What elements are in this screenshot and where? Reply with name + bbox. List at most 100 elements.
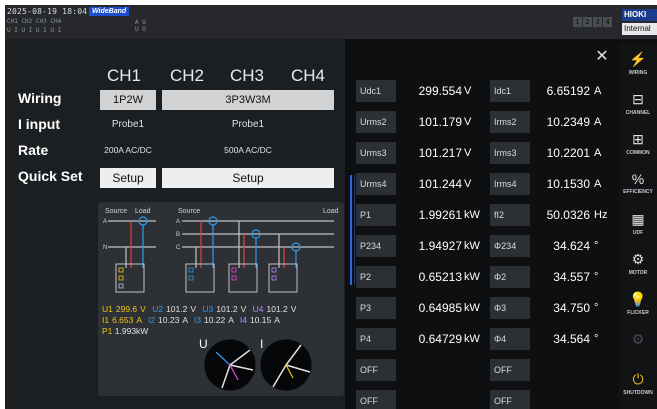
measurement-label[interactable]: Urms2 <box>356 111 396 133</box>
measurement-value: 0.64985 <box>418 301 462 315</box>
measurement-label[interactable]: Φ2 <box>490 266 530 288</box>
rate-label: Rate <box>18 142 49 158</box>
setup-button-ch234[interactable]: Setup <box>162 168 334 188</box>
sidebar-item-udf[interactable]: ▦ UDF <box>619 203 657 245</box>
brand-logo: HIOKI <box>622 9 657 21</box>
function-sidebar: ⚡ WIRING ⊟ CHANNEL ⊞ COMMON% EFFICIENCY ▦ UDF ⚙ MO… <box>619 43 657 409</box>
motor-icon: ⚙ <box>631 251 645 267</box>
left-line-a: A <box>103 219 107 225</box>
measurement-value: 0.64729 <box>418 332 462 346</box>
measurement-label[interactable]: Φ234 <box>490 235 530 257</box>
measurement-label[interactable]: Irms4 <box>490 173 530 195</box>
measurement-label[interactable]: fI2 <box>490 204 530 226</box>
measurement-value: 34.564 <box>553 332 590 346</box>
measurement-row: Urms4 101.244 V Irms4 10.1530 A <box>356 173 616 195</box>
p1-reading: P1 1.993kW <box>102 326 148 336</box>
common-icon: ⊞ <box>632 131 644 147</box>
measurement-label[interactable]: Udc1 <box>356 80 396 102</box>
measurement-label[interactable]: Urms4 <box>356 173 396 195</box>
sidebar-item-wiring[interactable]: ⚡ WIRING <box>619 43 657 85</box>
measurement-unit: kW <box>464 240 480 252</box>
sync-source[interactable]: Internal <box>622 23 657 35</box>
measurement-value: 34.557 <box>553 270 590 284</box>
sidebar-item-label: FLICKER <box>627 310 649 316</box>
measurement-value: 6.65192 <box>546 84 590 98</box>
sidebar-item-flicker[interactable]: 💡 FLICKER <box>619 283 657 325</box>
sidebar-item-label: EFFICIENCY <box>623 189 653 195</box>
vector-i-label: I <box>260 337 263 351</box>
measurement-value: 299.554 <box>418 84 462 98</box>
measurement-row: P3 0.64985 kW Φ3 34.750 ° <box>356 297 616 319</box>
wiring-label: Wiring <box>18 90 62 106</box>
sidebar-item-label: CHANNEL <box>625 110 651 116</box>
measurement-value: 10.2201 <box>546 146 590 160</box>
measurement-off-label[interactable]: OFF <box>490 390 530 409</box>
measurement-row: P1 1.99261 kW fI2 50.0326 Hz <box>356 204 616 226</box>
channel-icon: ⊟ <box>632 91 644 107</box>
channel-header-1: CH1 <box>107 66 142 85</box>
sidebar-item-efficiency[interactable]: % EFFICIENCY <box>619 163 657 205</box>
sidebar-item-label: UDF <box>632 230 644 236</box>
measurement-off-label[interactable]: OFF <box>490 359 530 381</box>
measurement-label[interactable]: P2 <box>356 266 396 288</box>
measurement-unit: kW <box>464 302 480 314</box>
measurement-row: Urms3 101.217 V Irms3 10.2201 A <box>356 142 616 164</box>
page-4[interactable]: 4 <box>603 17 612 27</box>
measurement-unit: ° <box>594 333 599 345</box>
left-source-label: Source <box>105 208 127 215</box>
status-bar: 2025-08-19 18:04:16 CH1 CH2 CH3 CH4 U I … <box>5 5 657 39</box>
sidebar-item-motor[interactable]: ⚙ MOTOR <box>619 243 657 285</box>
setup-button-ch1[interactable]: Setup <box>100 168 156 188</box>
measurement-value: 101.217 <box>418 146 462 160</box>
measurement-unit: V <box>464 85 472 97</box>
measurement-label[interactable]: Φ4 <box>490 328 530 350</box>
measurement-unit: kW <box>464 271 480 283</box>
measurement-row: P234 1.94927 kW Φ234 34.624 ° <box>356 235 616 257</box>
page-2[interactable]: 2 <box>583 17 592 27</box>
close-icon[interactable]: ✕ <box>591 47 613 67</box>
measurement-unit: A <box>594 116 602 128</box>
measurement-off-label[interactable]: OFF <box>356 390 396 409</box>
measurement-value: 101.244 <box>418 177 462 191</box>
measurement-label[interactable]: Irms2 <box>490 111 530 133</box>
vector-u-plot <box>203 338 257 392</box>
measurement-unit: V <box>464 116 472 128</box>
measurement-label[interactable]: P3 <box>356 297 396 319</box>
sidebar-item-label: MOTOR <box>628 270 648 276</box>
sidebar-item-label: WIRING <box>628 70 648 76</box>
measurement-label[interactable]: Irms3 <box>490 142 530 164</box>
measurement-unit: kW <box>464 209 480 221</box>
measurement-row: Urms2 101.179 V Irms2 10.2349 A <box>356 111 616 133</box>
disabled-icon: ⚙ <box>631 331 645 347</box>
right-load-label: Load <box>323 208 339 215</box>
scroll-indicator-secondary <box>354 175 355 285</box>
au-tags: A U U U <box>135 19 146 33</box>
sidebar-item-channel[interactable]: ⊟ CHANNEL <box>619 83 657 125</box>
measurement-unit: V <box>464 147 472 159</box>
wiring-ch1[interactable]: 1P2W <box>100 90 156 110</box>
measurement-unit: ° <box>594 240 599 252</box>
measurement-value: 10.1530 <box>546 177 590 191</box>
measurement-value: 0.65213 <box>418 270 462 284</box>
sidebar-item-shutdown[interactable]: ⏻ SHUTDOWN <box>619 363 657 405</box>
measurement-label[interactable]: P4 <box>356 328 396 350</box>
sidebar-item-common[interactable]: ⊞ COMMON <box>619 123 657 165</box>
reading-row2: I1 6.653 A I2 10.23 A I3 10.22 A I4 10.15 A <box>102 315 280 325</box>
wiring-ch234[interactable]: 3P3W3M <box>162 90 334 110</box>
measurement-unit: V <box>464 178 472 190</box>
measurement-label[interactable]: P234 <box>356 235 396 257</box>
wiring-diagram: Source Load A N Source Load A B C U1 299… <box>98 202 344 396</box>
measurement-row: P2 0.65213 kW Φ2 34.557 ° <box>356 266 616 288</box>
measurement-label[interactable]: P1 <box>356 204 396 226</box>
screen: 2025-08-19 18:04:16 CH1 CH2 CH3 CH4 U I … <box>5 5 657 409</box>
rate-ch1: 200A AC/DC <box>104 145 152 155</box>
measurement-label[interactable]: Urms3 <box>356 142 396 164</box>
sidebar-item-disabled[interactable]: ⚙ <box>619 323 657 365</box>
measurement-label[interactable]: Idc1 <box>490 80 530 102</box>
measurement-unit: ° <box>594 302 599 314</box>
measurement-off-label[interactable]: OFF <box>356 359 396 381</box>
scroll-indicator[interactable] <box>350 175 352 285</box>
page-1[interactable]: 1 <box>573 17 582 27</box>
page-3[interactable]: 3 <box>593 17 602 27</box>
measurement-label[interactable]: Φ3 <box>490 297 530 319</box>
